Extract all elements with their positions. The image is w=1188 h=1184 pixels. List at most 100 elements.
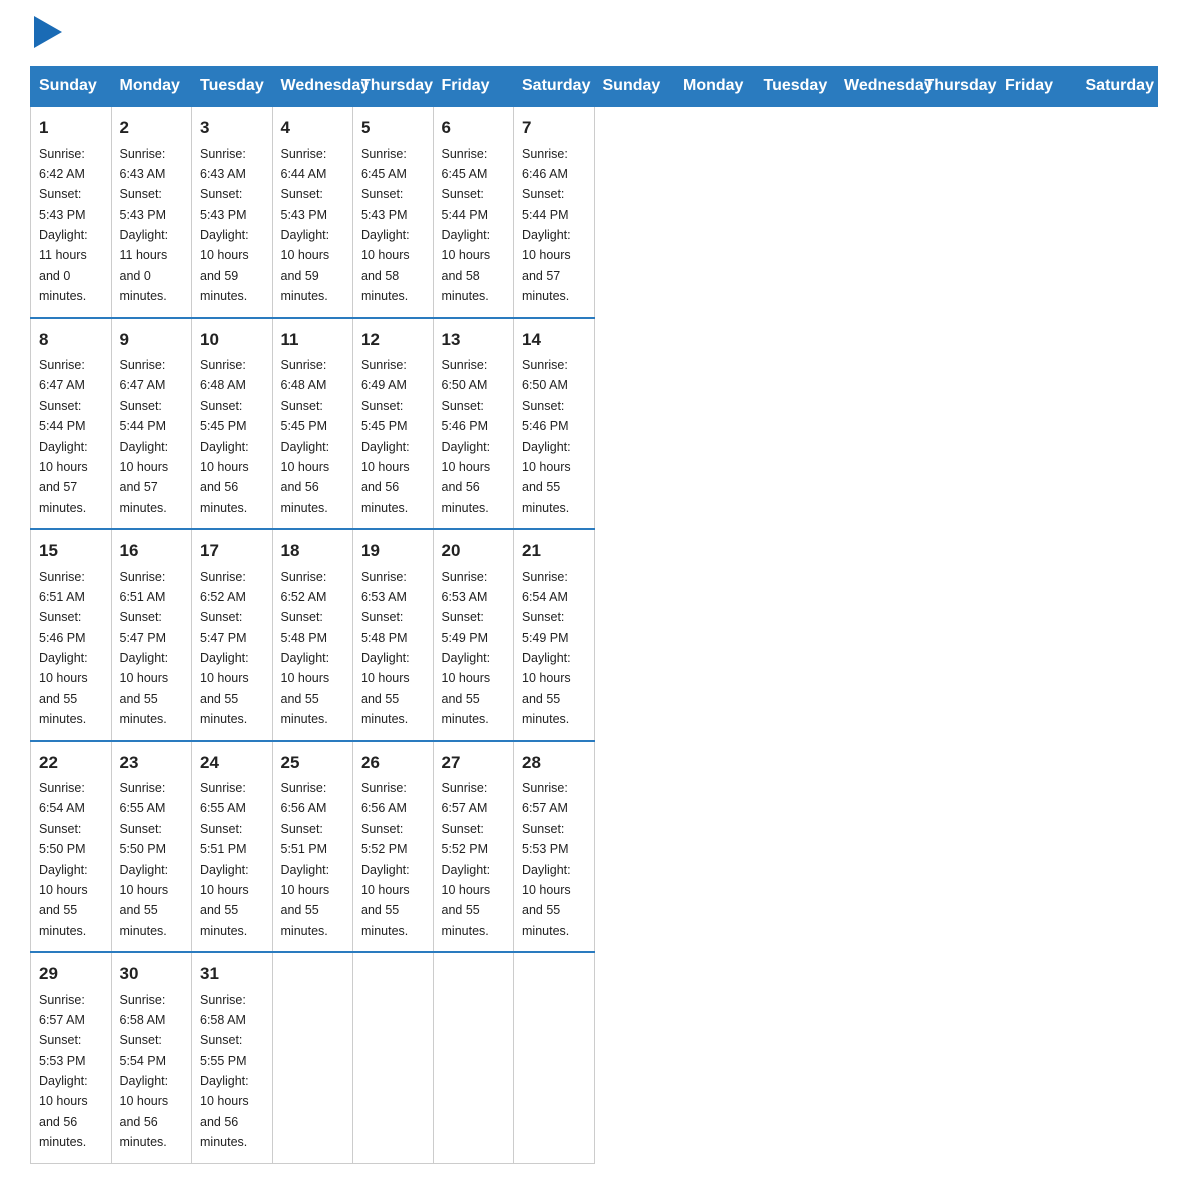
day-number: 13 <box>442 327 506 353</box>
day-info: Sunrise: 6:47 AMSunset: 5:44 PMDaylight:… <box>39 358 88 515</box>
day-number: 22 <box>39 750 103 776</box>
day-number: 9 <box>120 327 184 353</box>
day-number: 25 <box>281 750 345 776</box>
day-info: Sunrise: 6:55 AMSunset: 5:50 PMDaylight:… <box>120 781 169 938</box>
calendar-week-row: 29Sunrise: 6:57 AMSunset: 5:53 PMDayligh… <box>31 952 1158 1163</box>
day-number: 2 <box>120 115 184 141</box>
day-number: 20 <box>442 538 506 564</box>
day-number: 26 <box>361 750 425 776</box>
header-sunday: Sunday <box>31 67 112 107</box>
day-number: 30 <box>120 961 184 987</box>
day-info: Sunrise: 6:48 AMSunset: 5:45 PMDaylight:… <box>281 358 330 515</box>
header-friday: Friday <box>433 67 514 107</box>
calendar-cell <box>514 952 595 1163</box>
day-info: Sunrise: 6:45 AMSunset: 5:44 PMDaylight:… <box>442 147 491 304</box>
header-thursday: Thursday <box>353 67 434 107</box>
calendar-cell: 10 Sunrise: 6:48 AMSunset: 5:45 PMDayligh… <box>192 318 273 530</box>
calendar-cell: 22Sunrise: 6:54 AMSunset: 5:50 PMDayligh… <box>31 741 112 953</box>
header-wednesday: Wednesday <box>836 67 917 107</box>
day-number: 3 <box>200 115 264 141</box>
day-info: Sunrise: 6:51 AMSunset: 5:46 PMDaylight:… <box>39 570 88 727</box>
logo-arrow-icon <box>34 16 62 48</box>
day-info: Sunrise: 6:49 AMSunset: 5:45 PMDaylight:… <box>361 358 410 515</box>
day-info: Sunrise: 6:58 AMSunset: 5:54 PMDaylight:… <box>120 993 169 1150</box>
day-info: Sunrise: 6:53 AMSunset: 5:49 PMDaylight:… <box>442 570 491 727</box>
day-info: Sunrise: 6:44 AMSunset: 5:43 PMDaylight:… <box>281 147 330 304</box>
day-info: Sunrise: 6:42 AMSunset: 5:43 PMDaylight:… <box>39 147 88 304</box>
calendar-week-row: 15 Sunrise: 6:51 AMSunset: 5:46 PMDayligh… <box>31 529 1158 741</box>
calendar-cell <box>353 952 434 1163</box>
calendar-cell: 19 Sunrise: 6:53 AMSunset: 5:48 PMDayligh… <box>353 529 434 741</box>
day-info: Sunrise: 6:45 AMSunset: 5:43 PMDaylight:… <box>361 147 410 304</box>
calendar-cell: 26Sunrise: 6:56 AMSunset: 5:52 PMDayligh… <box>353 741 434 953</box>
calendar-cell: 28 Sunrise: 6:57 AMSunset: 5:53 PMDayligh… <box>514 741 595 953</box>
day-info: Sunrise: 6:48 AMSunset: 5:45 PMDaylight:… <box>200 358 249 515</box>
day-info: Sunrise: 6:57 AMSunset: 5:53 PMDaylight:… <box>522 781 571 938</box>
calendar-header-row: SundayMondayTuesdayWednesdayThursdayFrid… <box>31 67 1158 107</box>
day-number: 27 <box>442 750 506 776</box>
header-tuesday: Tuesday <box>755 67 836 107</box>
calendar-cell <box>272 952 353 1163</box>
calendar-cell: 12Sunrise: 6:49 AMSunset: 5:45 PMDayligh… <box>353 318 434 530</box>
calendar-cell: 21 Sunrise: 6:54 AMSunset: 5:49 PMDayligh… <box>514 529 595 741</box>
day-info: Sunrise: 6:50 AMSunset: 5:46 PMDaylight:… <box>442 358 491 515</box>
calendar-cell: 23 Sunrise: 6:55 AMSunset: 5:50 PMDayligh… <box>111 741 192 953</box>
header-friday: Friday <box>997 67 1078 107</box>
day-number: 21 <box>522 538 586 564</box>
day-number: 23 <box>120 750 184 776</box>
day-number: 28 <box>522 750 586 776</box>
calendar-cell: 18 Sunrise: 6:52 AMSunset: 5:48 PMDayligh… <box>272 529 353 741</box>
day-info: Sunrise: 6:52 AMSunset: 5:47 PMDaylight:… <box>200 570 249 727</box>
day-info: Sunrise: 6:55 AMSunset: 5:51 PMDaylight:… <box>200 781 249 938</box>
calendar-cell: 7Sunrise: 6:46 AMSunset: 5:44 PMDaylight… <box>514 106 595 318</box>
day-info: Sunrise: 6:56 AMSunset: 5:51 PMDaylight:… <box>281 781 330 938</box>
day-number: 6 <box>442 115 506 141</box>
day-number: 5 <box>361 115 425 141</box>
day-number: 14 <box>522 327 586 353</box>
header-thursday: Thursday <box>916 67 997 107</box>
header-saturday: Saturday <box>514 67 595 107</box>
header-wednesday: Wednesday <box>272 67 353 107</box>
calendar-cell: 24Sunrise: 6:55 AMSunset: 5:51 PMDayligh… <box>192 741 273 953</box>
day-number: 31 <box>200 961 264 987</box>
calendar-cell: 3Sunrise: 6:43 AMSunset: 5:43 PMDaylight… <box>192 106 273 318</box>
day-info: Sunrise: 6:53 AMSunset: 5:48 PMDaylight:… <box>361 570 410 727</box>
day-number: 19 <box>361 538 425 564</box>
calendar-cell <box>433 952 514 1163</box>
day-info: Sunrise: 6:46 AMSunset: 5:44 PMDaylight:… <box>522 147 571 304</box>
calendar-cell: 4 Sunrise: 6:44 AMSunset: 5:43 PMDaylight… <box>272 106 353 318</box>
day-info: Sunrise: 6:57 AMSunset: 5:53 PMDaylight:… <box>39 993 88 1150</box>
header-monday: Monday <box>675 67 756 107</box>
day-info: Sunrise: 6:58 AMSunset: 5:55 PMDaylight:… <box>200 993 249 1150</box>
day-info: Sunrise: 6:54 AMSunset: 5:49 PMDaylight:… <box>522 570 571 727</box>
calendar-cell: 13 Sunrise: 6:50 AMSunset: 5:46 PMDayligh… <box>433 318 514 530</box>
header-tuesday: Tuesday <box>192 67 273 107</box>
day-info: Sunrise: 6:51 AMSunset: 5:47 PMDaylight:… <box>120 570 169 727</box>
calendar-table: SundayMondayTuesdayWednesdayThursdayFrid… <box>30 66 1158 1164</box>
day-number: 1 <box>39 115 103 141</box>
calendar-cell: 20 Sunrise: 6:53 AMSunset: 5:49 PMDayligh… <box>433 529 514 741</box>
calendar-cell: 1 Sunrise: 6:42 AMSunset: 5:43 PMDaylight… <box>31 106 112 318</box>
calendar-week-row: 22Sunrise: 6:54 AMSunset: 5:50 PMDayligh… <box>31 741 1158 953</box>
calendar-cell: 15 Sunrise: 6:51 AMSunset: 5:46 PMDayligh… <box>31 529 112 741</box>
calendar-cell: 29Sunrise: 6:57 AMSunset: 5:53 PMDayligh… <box>31 952 112 1163</box>
day-info: Sunrise: 6:52 AMSunset: 5:48 PMDaylight:… <box>281 570 330 727</box>
day-number: 17 <box>200 538 264 564</box>
calendar-cell: 2 Sunrise: 6:43 AMSunset: 5:43 PMDaylight… <box>111 106 192 318</box>
day-info: Sunrise: 6:57 AMSunset: 5:52 PMDaylight:… <box>442 781 491 938</box>
day-number: 10 <box>200 327 264 353</box>
day-info: Sunrise: 6:47 AMSunset: 5:44 PMDaylight:… <box>120 358 169 515</box>
calendar-cell: 14Sunrise: 6:50 AMSunset: 5:46 PMDayligh… <box>514 318 595 530</box>
calendar-cell: 27 Sunrise: 6:57 AMSunset: 5:52 PMDayligh… <box>433 741 514 953</box>
day-number: 18 <box>281 538 345 564</box>
header-saturday: Saturday <box>1077 67 1158 107</box>
header-sunday: Sunday <box>594 67 675 107</box>
day-info: Sunrise: 6:43 AMSunset: 5:43 PMDaylight:… <box>120 147 169 304</box>
day-number: 4 <box>281 115 345 141</box>
day-number: 11 <box>281 327 345 353</box>
calendar-cell: 11 Sunrise: 6:48 AMSunset: 5:45 PMDayligh… <box>272 318 353 530</box>
calendar-cell: 17 Sunrise: 6:52 AMSunset: 5:47 PMDayligh… <box>192 529 273 741</box>
calendar-cell: 30 Sunrise: 6:58 AMSunset: 5:54 PMDayligh… <box>111 952 192 1163</box>
calendar-cell: 16Sunrise: 6:51 AMSunset: 5:47 PMDayligh… <box>111 529 192 741</box>
day-number: 15 <box>39 538 103 564</box>
